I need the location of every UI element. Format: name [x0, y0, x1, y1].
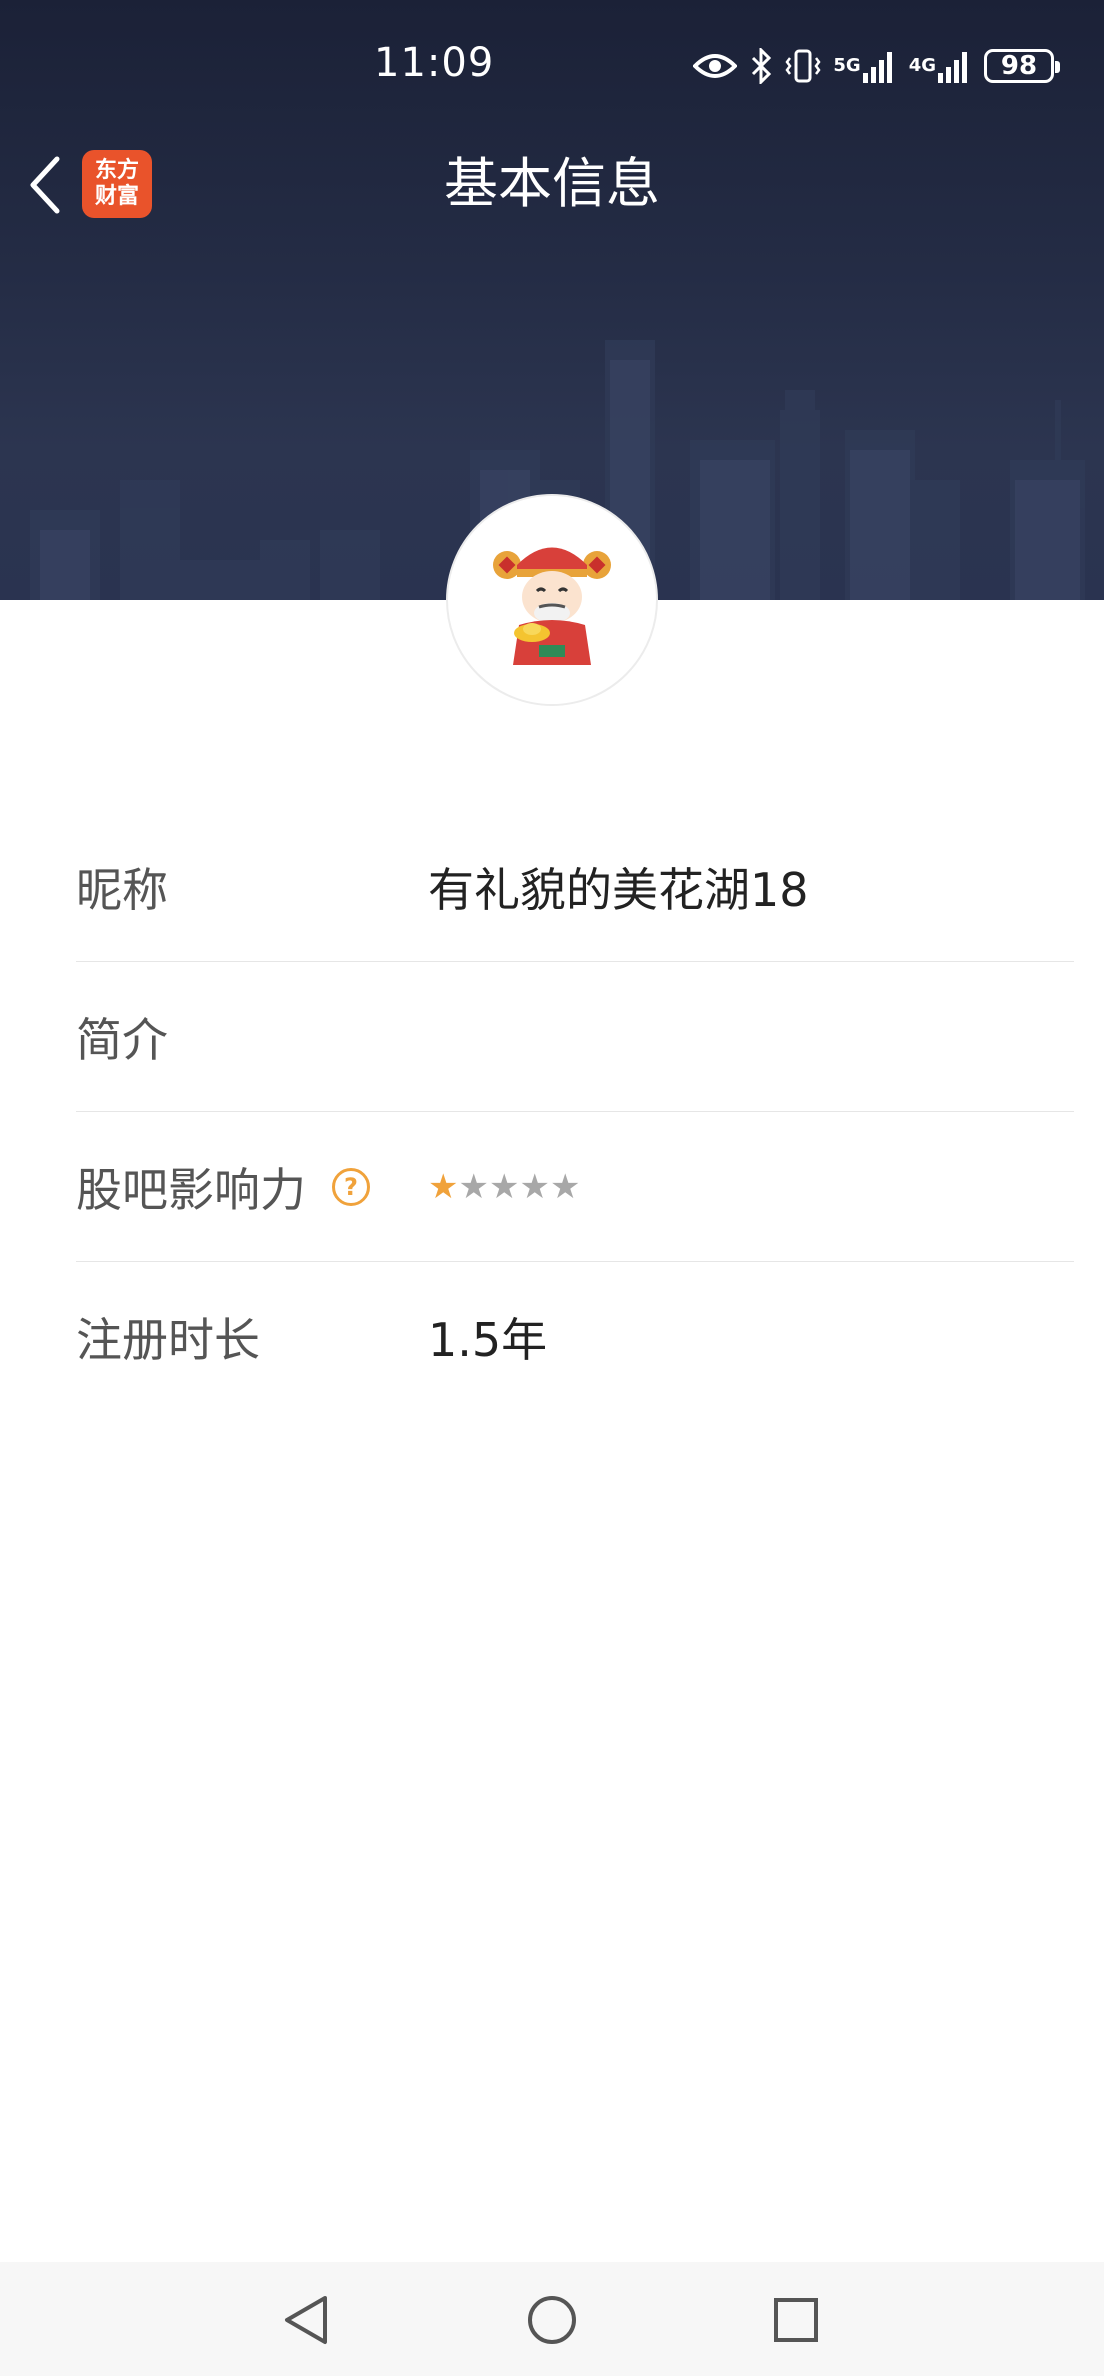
intro-label: 简介 [76, 1012, 168, 1067]
register-row: 注册时长 1.5年 [76, 1262, 1074, 1412]
system-nav-bar [0, 2262, 1104, 2376]
influence-row: 股吧影响力 ? ★ ★ ★ ★ ★ [76, 1112, 1074, 1262]
bluetooth-icon [749, 48, 773, 84]
battery-icon: 98 [984, 49, 1060, 83]
recents-square-icon[interactable] [766, 2290, 826, 2350]
signal-5g-icon: 5G [833, 49, 896, 83]
battery-level: 98 [1000, 51, 1038, 81]
screen: 11:09 5G 4G 98 东方 财富 基本信息 昵称 有礼貌的美花湖18 简… [0, 0, 1104, 2376]
home-circle-icon[interactable] [522, 2290, 582, 2350]
star-icon: ★ [549, 1166, 581, 1207]
nickname-label: 昵称 [76, 862, 168, 917]
status-icons: 5G 4G 98 [693, 44, 1060, 88]
fortune-god-avatar [493, 547, 611, 665]
status-bar: 11:09 5G 4G 98 [0, 0, 1104, 130]
eye-icon [693, 52, 738, 80]
influence-stars: ★ ★ ★ ★ ★ [428, 1170, 580, 1204]
signal-4g-icon: 4G [909, 49, 972, 83]
intro-row[interactable]: 简介 [76, 962, 1074, 1112]
register-label: 注册时长 [76, 1313, 260, 1367]
status-time: 11:09 [374, 40, 495, 86]
nickname-row[interactable]: 昵称 有礼貌的美花湖18 [76, 812, 1074, 962]
help-icon[interactable]: ? [332, 1167, 370, 1206]
influence-label: 股吧影响力 [76, 1162, 306, 1217]
avatar[interactable] [446, 494, 658, 706]
network-4g-label: 4G [908, 55, 936, 76]
info-list: 昵称 有礼貌的美花湖18 简介 股吧影响力 ? ★ ★ ★ ★ ★ 注册时长 1… [76, 812, 1074, 1412]
star-icon: ★ [488, 1166, 520, 1207]
star-icon: ★ [458, 1166, 489, 1207]
page-title: 基本信息 [444, 152, 660, 215]
star-icon: ★ [519, 1166, 550, 1207]
nickname-value: 有礼貌的美花湖18 [428, 862, 809, 917]
star-icon: ★ [428, 1166, 459, 1207]
network-5g-label: 5G [833, 55, 861, 76]
vibrate-icon [785, 48, 821, 84]
register-value: 1.5年 [428, 1313, 548, 1367]
back-triangle-icon[interactable] [276, 2290, 336, 2350]
